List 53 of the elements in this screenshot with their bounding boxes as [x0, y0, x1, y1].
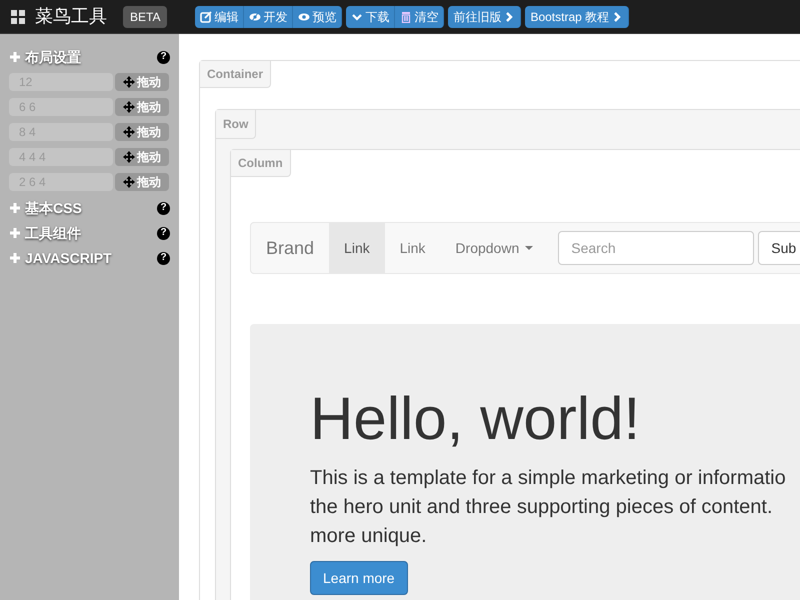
jumbotron-text: This is a template for a simple marketing or informatio — [310, 466, 786, 491]
toolbar-button[interactable]: Bootstrap 教程 — [525, 6, 630, 28]
caret-icon — [525, 246, 534, 250]
container-label: Container — [200, 61, 272, 88]
help-icon[interactable]: ? — [157, 202, 170, 214]
move-icon — [123, 176, 135, 188]
toolbar-button[interactable]: 开发 — [244, 6, 294, 28]
plus-icon — [9, 227, 21, 239]
move-icon — [123, 76, 135, 88]
toolbar-button[interactable]: 清空 — [395, 6, 444, 28]
grid-icon — [11, 10, 25, 24]
plus-icon — [9, 202, 21, 214]
toolbar-button[interactable]: 预览 — [293, 6, 342, 28]
drag-button[interactable]: 拖动 — [115, 73, 169, 91]
move-icon — [123, 151, 135, 163]
drag-button[interactable]: 拖动 — [115, 123, 169, 141]
drag-button[interactable]: 拖动 — [115, 173, 169, 191]
beta-badge: BETA — [123, 6, 168, 28]
section-title[interactable]: 工具组件 — [25, 222, 81, 244]
toolbar-button[interactable]: 编辑 — [195, 6, 244, 28]
chevron-right-icon — [503, 10, 516, 22]
jumbotron-heading: Hello, world! — [310, 386, 640, 452]
toolbar-button[interactable]: 下载 — [346, 6, 396, 28]
chevron-right-icon — [611, 10, 624, 22]
help-icon[interactable]: ? — [157, 226, 170, 240]
eye-icon — [298, 10, 310, 22]
column-label: Column — [231, 150, 291, 177]
toolbar-button[interactable]: 前往旧版 — [448, 6, 522, 28]
section-title[interactable]: 基本CSS — [25, 198, 82, 218]
drag-button[interactable]: 拖动 — [115, 148, 169, 166]
help-icon[interactable]: ? — [157, 50, 170, 64]
section-title[interactable]: JAVASCRIPT — [25, 248, 112, 268]
edit-icon — [200, 10, 212, 22]
jumbotron-text: the hero unit and three supporting pieces of content. — [310, 495, 774, 520]
learn-more-button[interactable]: Learn more — [310, 561, 408, 595]
search-field[interactable]: Search — [558, 231, 754, 265]
eye-icon — [249, 10, 262, 22]
plus-icon — [9, 252, 21, 264]
trash-icon — [400, 10, 412, 22]
submit-button[interactable]: Sub — [758, 231, 800, 265]
drag-button[interactable]: 拖动 — [115, 98, 169, 116]
section-title[interactable]: 布局设置 — [25, 46, 81, 68]
move-icon — [123, 126, 135, 138]
app-title: 菜鸟工具 — [35, 5, 107, 29]
nav-link[interactable]: Link — [384, 223, 440, 273]
jumbotron-text: more unique. — [310, 524, 428, 549]
help-icon[interactable]: ? — [157, 252, 170, 264]
plus-icon — [9, 51, 21, 63]
row-label: Row — [216, 110, 256, 139]
move-icon — [123, 101, 135, 113]
nav-link[interactable]: Link — [329, 223, 385, 273]
nav-dropdown[interactable]: Dropdown — [440, 223, 548, 273]
navbar-brand[interactable]: Brand — [251, 223, 330, 273]
